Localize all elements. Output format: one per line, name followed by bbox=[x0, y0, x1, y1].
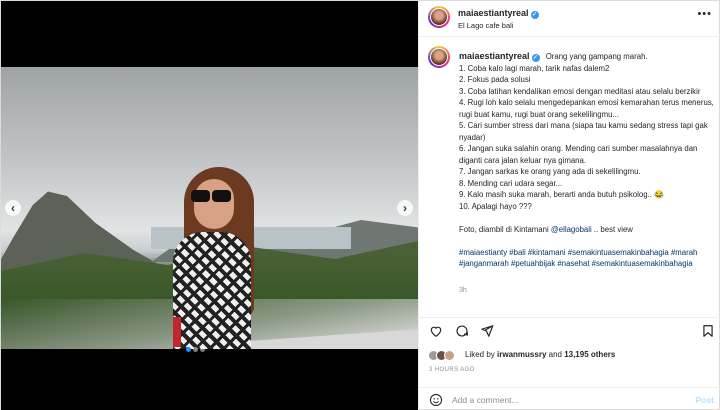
comment-input[interactable] bbox=[452, 392, 682, 408]
comment-bar: Post bbox=[419, 387, 720, 410]
bookmark-icon[interactable] bbox=[701, 324, 715, 338]
carousel-dot-active bbox=[186, 347, 191, 352]
caption-line: 5. Cari sumber stress dari mana (siapa t… bbox=[459, 121, 708, 142]
likes-count[interactable]: 13,195 others bbox=[564, 350, 615, 359]
caption-line: 8. Mending cari udara segar... bbox=[459, 178, 563, 188]
caption-line: 3. Coba latihan kendalikan emosi dengan … bbox=[459, 86, 701, 96]
caption-line: 7. Jangan sarkas ke orang yang ada di se… bbox=[459, 167, 641, 176]
hashtags[interactable]: #maiaestianty #bali #kintamani #semakint… bbox=[459, 247, 714, 270]
verified-badge-icon: ✓ bbox=[531, 54, 540, 62]
send-icon[interactable] bbox=[480, 324, 494, 338]
caption-line: 6. Jangan suka salahin orang. Mending ca… bbox=[459, 144, 698, 165]
chevron-right-icon[interactable]: › bbox=[397, 200, 413, 216]
caption-line: 2. Fokus pada solusi bbox=[459, 75, 531, 84]
caption-lead: Orang yang gampang marah. bbox=[545, 52, 648, 61]
username-text[interactable]: maiaestiantyreal bbox=[458, 8, 529, 18]
post-header: maiaestiantyreal ✓ El Lago cafe bali ••• bbox=[419, 1, 720, 37]
liker-username[interactable]: irwanmussry bbox=[497, 350, 546, 359]
chevron-left-icon[interactable]: ‹ bbox=[5, 200, 21, 216]
header-username[interactable]: maiaestiantyreal ✓ bbox=[458, 8, 539, 19]
post-dialog: ‹ › maiaestiantyreal ✓ El Lago cafe bali … bbox=[0, 0, 720, 410]
caption-avatar[interactable] bbox=[428, 46, 450, 68]
post-button[interactable]: Post bbox=[696, 395, 714, 405]
post-timestamp[interactable]: 3 HOURS AGO bbox=[429, 367, 475, 373]
heart-icon[interactable] bbox=[429, 324, 443, 338]
post-sidebar: maiaestiantyreal ✓ El Lago cafe bali ••• … bbox=[418, 1, 720, 410]
carousel-indicator bbox=[185, 339, 206, 357]
caption-line: 10. Apalagi hayo ??? bbox=[459, 201, 532, 211]
likes-text: Liked by irwanmussry and 13,195 others bbox=[465, 350, 616, 359]
mention-link[interactable]: @ellagobali bbox=[551, 225, 592, 234]
liker-avatars[interactable] bbox=[428, 348, 455, 366]
photo-credit: Foto, diambil di Kintamani @ellagobali .… bbox=[459, 224, 633, 234]
more-horizontal-icon[interactable]: ••• bbox=[697, 8, 712, 20]
caption-time: 3h bbox=[459, 287, 467, 294]
carousel-dot bbox=[200, 347, 205, 352]
likes-row: Liked by irwanmussry and 13,195 others bbox=[419, 345, 720, 365]
comment-icon[interactable] bbox=[455, 324, 469, 338]
smiley-icon[interactable] bbox=[429, 393, 443, 407]
carousel-dot bbox=[193, 347, 198, 352]
location-link[interactable]: El Lago cafe bali bbox=[458, 21, 513, 30]
caption-line: 9. Kalo masih suka marah, berarti anda b… bbox=[459, 190, 664, 199]
post-media: ‹ › bbox=[1, 1, 418, 410]
verified-badge-icon: ✓ bbox=[530, 11, 539, 19]
post-photo bbox=[1, 67, 418, 349]
post-caption: maiaestiantyreal ✓ Orang yang gampang mar… bbox=[419, 37, 720, 317]
action-bar bbox=[419, 317, 720, 343]
caption-line: 4. Rugi loh kalo selalu mengedepankan em… bbox=[459, 98, 714, 119]
caption-line: 1. Coba kalo lagi marah, tarik nafas dal… bbox=[459, 63, 610, 73]
caption-username[interactable]: maiaestiantyreal ✓ bbox=[459, 51, 540, 62]
avatar[interactable] bbox=[428, 6, 450, 28]
caption-text: maiaestiantyreal ✓ Orang yang gampang mar… bbox=[459, 51, 714, 270]
